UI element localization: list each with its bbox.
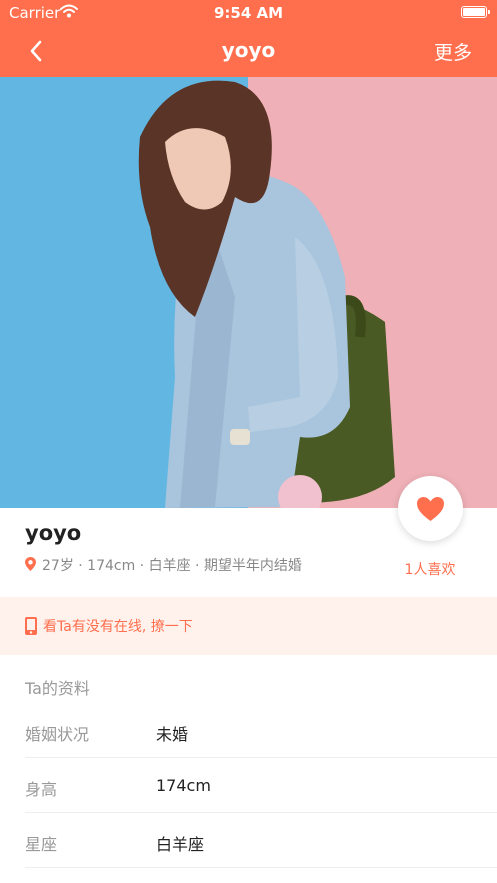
profile-row-marital-status: 婚姻状况 未婚 xyxy=(0,703,497,758)
phone-icon xyxy=(25,617,37,635)
online-banner[interactable]: 看Ta有没有在线, 撩一下 xyxy=(0,597,497,655)
user-meta: 27岁 · 174cm · 白羊座 · 期望半年内结婚 xyxy=(42,558,302,574)
profile-row-value: 未婚 xyxy=(156,725,189,744)
online-banner-text: 看Ta有没有在线, 撩一下 xyxy=(43,619,193,635)
status-bar: Carrier 9:54 AM xyxy=(0,0,497,26)
section-title: Ta的资料 xyxy=(25,679,90,698)
profile-row-height: 身高 174cm xyxy=(0,758,497,813)
like-button[interactable] xyxy=(398,476,463,541)
profile-row-label: 婚姻状况 xyxy=(25,725,90,744)
nav-bar: yoyo 更多 xyxy=(0,26,497,77)
profile-row-label: 星座 xyxy=(25,835,58,854)
status-time: 9:54 AM xyxy=(213,4,284,22)
user-name: yoyo xyxy=(25,521,82,545)
like-count: 1人喜欢 xyxy=(404,562,456,578)
profile-photo-illustration xyxy=(0,77,497,508)
more-button[interactable]: 更多 xyxy=(434,38,472,65)
page-title: yoyo xyxy=(221,38,276,62)
profile-row-zodiac: 星座 白羊座 xyxy=(0,813,497,868)
profile-row-label: 身高 xyxy=(25,780,58,799)
battery-icon xyxy=(461,6,490,18)
profile-row-value: 174cm xyxy=(156,776,211,795)
profile-photo[interactable] xyxy=(0,77,497,508)
location-pin-icon xyxy=(25,557,36,571)
divider xyxy=(25,867,497,868)
profile-row-value: 白羊座 xyxy=(156,835,205,854)
heart-icon xyxy=(417,497,444,521)
